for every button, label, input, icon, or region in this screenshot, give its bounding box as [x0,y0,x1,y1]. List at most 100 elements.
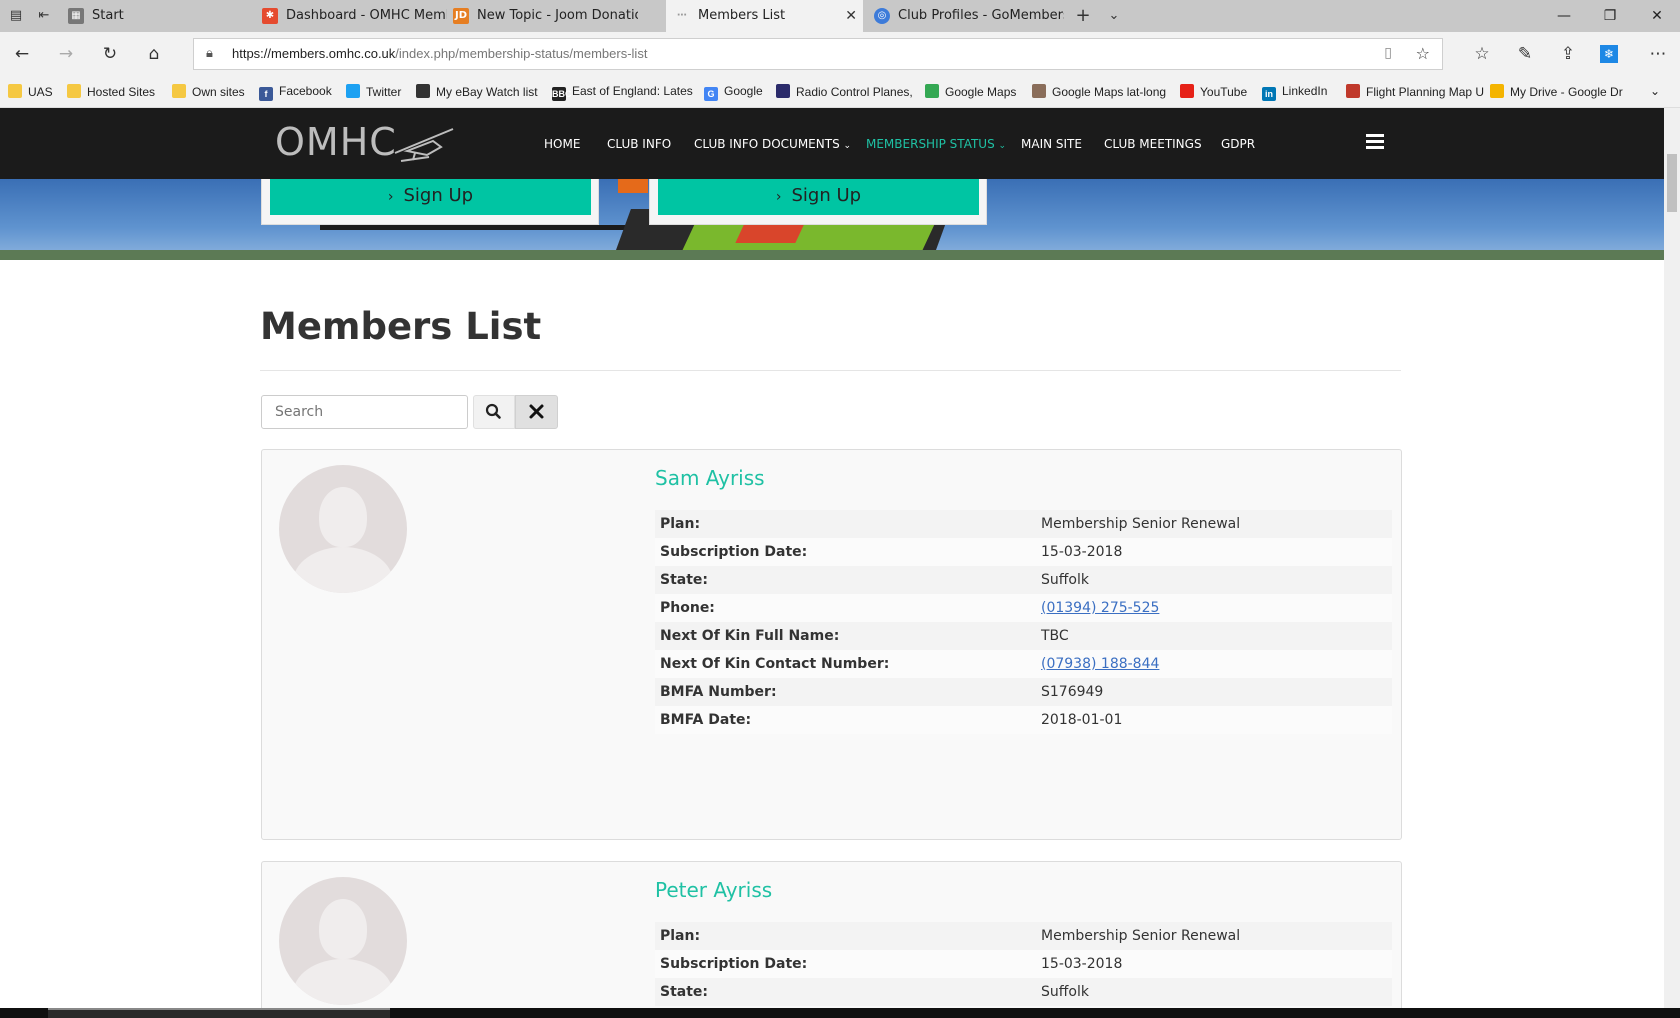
sign-up-button[interactable]: › Sign Up [270,179,591,215]
maps-icon [925,84,939,98]
close-tab-icon[interactable]: ✕ [845,0,857,32]
menu-club-info-documents[interactable]: CLUB INFO DOCUMENTS ⌄ [694,137,851,151]
field-value-cell: 15-03-2018 [1036,538,1392,566]
twitter-icon [346,84,360,98]
minimize-icon[interactable]: — [1541,0,1587,32]
folder-icon [172,84,186,98]
member-name[interactable]: Peter Ayriss [655,878,772,902]
favorites-bar: UAS Hosted Sites Own sites f Facebook Twitter… [0,76,1680,108]
chevron-right-icon: › [775,189,782,205]
favorite-label: Twitter [366,85,402,99]
favorite-link[interactable]: in LinkedIn [1262,84,1327,101]
clear-search-button[interactable] [515,395,558,429]
page-scrollbar[interactable] [1664,108,1680,1008]
phone-link[interactable]: (07938) 188-844 [1041,656,1159,672]
favorite-link[interactable]: Hosted Sites [67,84,155,99]
close-window-icon[interactable]: ✕ [1634,0,1680,32]
search-icon [485,403,501,419]
tab-dashboard[interactable]: ✱ Dashboard - OMHC Membe [262,0,447,32]
field-label: Plan: [655,922,1036,950]
field-value-cell: Suffolk [1036,566,1392,594]
field-label: Subscription Date: [655,538,1036,566]
member-details-table: Plan: Membership Senior Renewal Subscripti… [655,510,1392,734]
drive-icon [1490,84,1504,98]
field-label: BMFA Date: [655,706,1036,734]
favorites-overflow-chevron-icon[interactable]: ⌄ [1650,84,1660,98]
favorite-link[interactable]: f Facebook [259,84,332,101]
hero-image-boom [320,225,650,230]
website-viewport: OMHC HOME CLUB INFO CLUB INFO DOCUMENTS … [0,108,1664,1008]
lock-icon: 🔒︎ [206,46,213,61]
favorite-link[interactable]: Flight Planning Map U [1346,84,1484,99]
new-tab-icon[interactable]: + [1073,6,1093,26]
table-row: State: Suffolk [655,566,1392,594]
hero-image-tail [618,179,648,193]
tab-members-list[interactable]: ⋯ Members List ✕ [666,0,863,32]
sign-up-label: Sign Up [791,185,862,206]
table-row: Plan: Membership Senior Renewal [655,922,1392,950]
search-button[interactable] [473,395,515,429]
table-row: Phone: (01394) 275-525 [655,594,1392,622]
favorite-link[interactable]: Own sites [172,84,245,99]
restore-icon[interactable]: ❐ [1587,0,1633,32]
close-icon [529,404,544,419]
favorite-link[interactable]: My eBay Watch list [416,84,538,99]
taskbar-app[interactable] [48,1008,390,1018]
site-logo[interactable]: OMHC [275,120,397,164]
menu-gdpr[interactable]: GDPR [1221,137,1255,151]
favorite-link[interactable]: My Drive - Google Dr [1490,84,1623,99]
site-navbar: OMHC HOME CLUB INFO CLUB INFO DOCUMENTS … [0,108,1664,179]
field-label: Phone: [655,594,1036,622]
search-input[interactable] [261,395,468,429]
tab-preview-chevron-icon[interactable]: ⌄ [1104,6,1124,26]
share-icon[interactable]: ⇪ [1556,42,1580,66]
tab-new-topic[interactable]: JD New Topic - Joom Donatior [453,0,638,32]
more-menu-icon[interactable]: ⋯ [1646,42,1670,66]
table-row: Next Of Kin Contact Number: (07938) 188-8… [655,650,1392,678]
address-bar[interactable]: 🔒︎ https://members.omhc.co.uk/index.php/… [193,38,1443,70]
favorite-label: UAS [28,85,53,99]
menu-home[interactable]: HOME [544,137,580,151]
menu-club-info[interactable]: CLUB INFO [607,137,671,151]
field-value-cell: 2018-01-01 [1036,706,1392,734]
field-value: 15-03-2018 [1041,544,1123,560]
favorite-link[interactable]: Twitter [346,84,401,99]
tab-label: Start [92,8,124,23]
favorite-link[interactable]: Google Maps [925,84,1016,99]
google-icon: G [704,87,718,101]
scrollbar-thumb[interactable] [1667,154,1677,212]
reading-view-icon[interactable]: ▯ [1384,45,1392,61]
set-aside-tabs-icon[interactable]: ⇤ [34,6,54,26]
hamburger-menu-icon[interactable] [1366,134,1384,150]
phone-link[interactable]: (01394) 275-525 [1041,600,1159,616]
menu-membership-status[interactable]: MEMBERSHIP STATUS ⌄ [866,137,1006,151]
menu-main-site[interactable]: MAIN SITE [1021,137,1082,151]
favorite-link[interactable]: Google Maps lat-long [1032,84,1166,99]
favorite-link[interactable]: G Google [704,84,763,101]
forward-icon[interactable]: → [54,42,78,66]
page-title: Members List [260,305,542,348]
member-name[interactable]: Sam Ayriss [655,466,765,490]
table-row: BMFA Date: 2018-01-01 [655,706,1392,734]
back-icon[interactable]: ← [10,42,34,66]
favorite-link[interactable]: YouTube [1180,84,1247,99]
add-favorite-star-icon[interactable]: ☆ [1416,44,1430,63]
menu-label: CLUB INFO DOCUMENTS [694,137,840,151]
sign-up-button[interactable]: › Sign Up [658,179,979,215]
home-icon[interactable]: ⌂ [142,42,166,66]
favorite-link[interactable]: BBCEast of England: Lates [552,84,693,101]
tab-actions-icon[interactable]: ▤ [6,6,26,26]
menu-club-meetings[interactable]: CLUB MEETINGS [1104,137,1202,151]
chevron-down-icon: ⌄ [843,141,852,151]
favorites-icon[interactable]: ☆ [1470,42,1494,66]
tab-club-profiles[interactable]: ◎ Club Profiles - GoMembersl [874,0,1064,32]
favorite-link[interactable]: Radio Control Planes, [776,84,913,99]
field-value: 15-03-2018 [1041,956,1123,972]
member-card: Peter Ayriss Plan: Membership Senior Renew… [261,861,1402,1008]
favorite-link[interactable]: UAS [8,84,53,99]
tab-start[interactable]: ▦ Start [68,0,253,32]
bbc-icon: BBC [552,87,572,101]
refresh-icon[interactable]: ↻ [98,42,122,66]
notes-pen-icon[interactable]: ✎ [1513,42,1537,66]
extension-icon[interactable]: ❄ [1600,45,1618,63]
